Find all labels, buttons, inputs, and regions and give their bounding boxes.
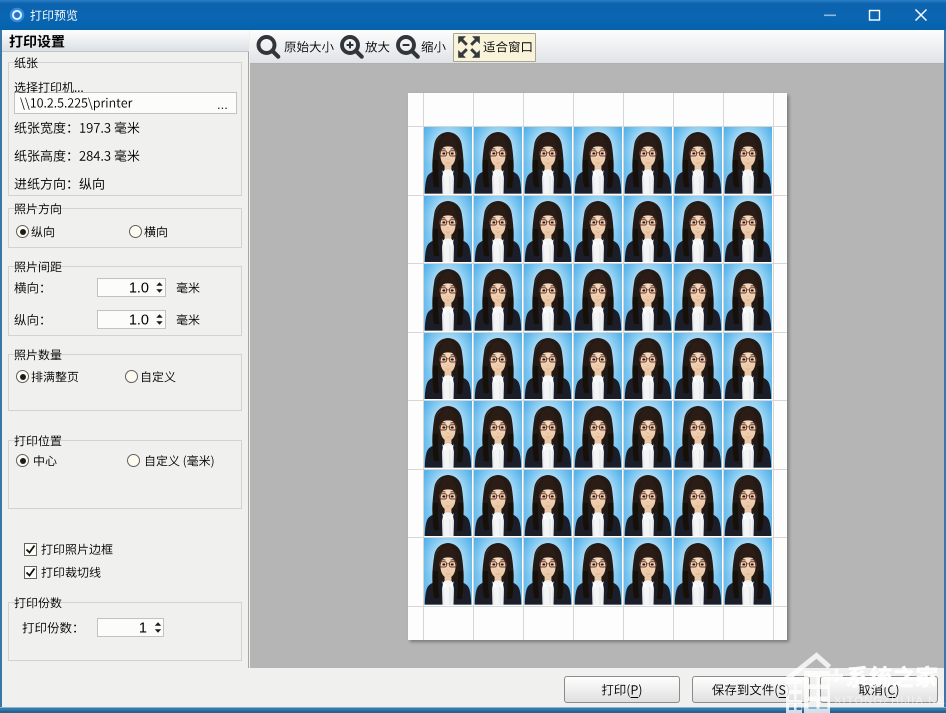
svg-text:1: 1 — [139, 621, 147, 637]
svg-text:...: ... — [217, 97, 228, 112]
svg-text:1.0: 1.0 — [129, 313, 149, 329]
svg-text:1.0: 1.0 — [129, 281, 149, 297]
svg-text:XITONGZHIJIA.NET: XITONGZHIJIA.NET — [834, 695, 946, 707]
